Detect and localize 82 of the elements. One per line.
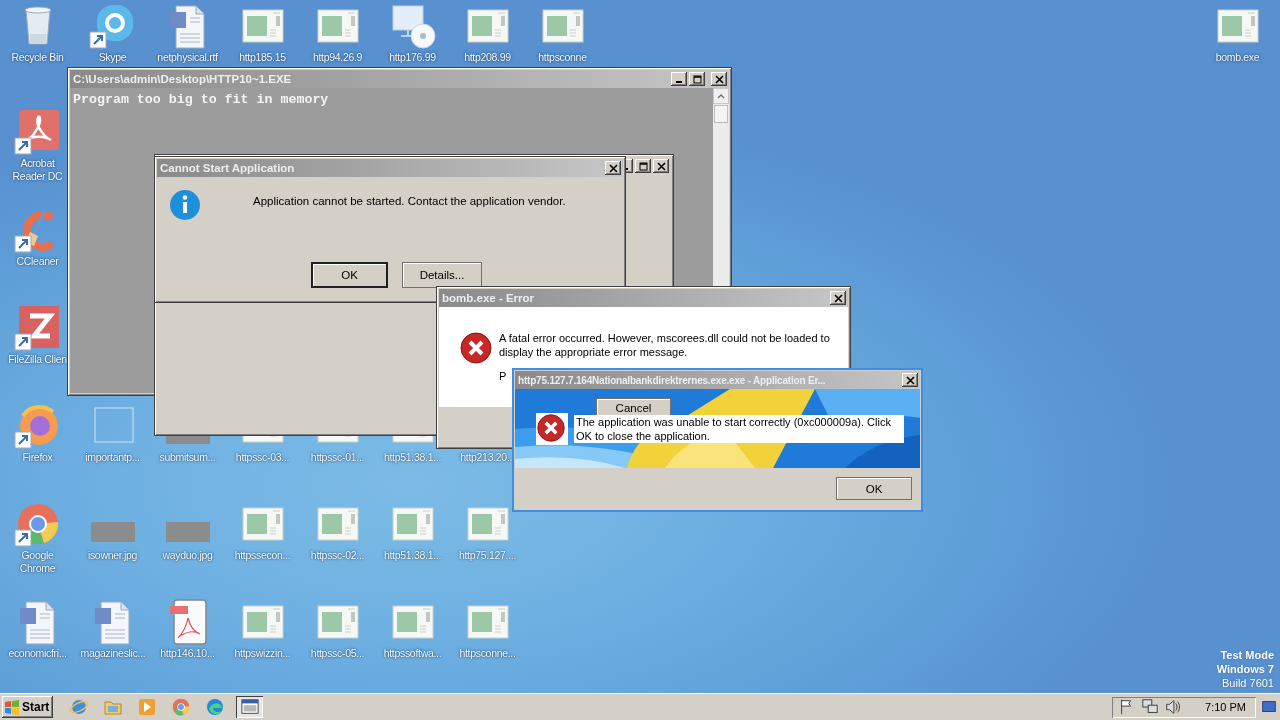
play-icon[interactable] (137, 697, 157, 717)
window-title: http75.127.7.164Nationalbankdirektrernes.exe.exe - Application Er... (518, 374, 827, 386)
start-logo-icon (4, 699, 20, 715)
icon-label: importantp... (84, 451, 141, 464)
globe-icon[interactable] (69, 697, 89, 717)
close-icon (714, 74, 724, 84)
error-icon (459, 331, 493, 365)
window-title: Cannot Start Application (160, 162, 296, 174)
console-output: Program too big to fit in memory (73, 92, 329, 107)
swirl-tile-icon[interactable] (13, 108, 62, 156)
dialog-button[interactable]: OK (836, 477, 912, 500)
icon-label: httpsconne... (458, 647, 517, 660)
close-button[interactable] (605, 161, 621, 175)
icon-label: http75.127.... (457, 549, 518, 562)
icon-label: httpssc-03... (234, 451, 291, 464)
icon-label: Skype (97, 51, 128, 64)
icon-label: economicfri... (7, 647, 68, 660)
taskbar-button[interactable] (236, 696, 263, 718)
icon-label: submitsum... (158, 451, 217, 464)
minimize-button[interactable] (671, 72, 687, 86)
icon-label: CCleaner (15, 255, 60, 268)
os-notice-text: Build 7601 (1222, 676, 1274, 690)
icon-label: httpssoftwa... (382, 647, 443, 660)
icon-label: http146.10... (159, 647, 216, 660)
minimize-icon (676, 81, 682, 83)
swirl-icon[interactable] (205, 697, 225, 717)
os-notice-text: Test Mode (1220, 648, 1274, 662)
close-icon (833, 293, 843, 303)
speaker-icon[interactable] (1164, 698, 1183, 716)
maximize-button[interactable] (635, 159, 651, 173)
maximize-icon (692, 74, 702, 84)
maximize-button[interactable] (689, 72, 705, 86)
icon-label: httpssc-05... (309, 647, 366, 660)
icon-label: httpsconne (537, 51, 588, 64)
icon-label: http185.15 (238, 51, 287, 64)
window-title: bomb.exe - Error (442, 292, 536, 304)
os-notice-text: Windows 7 (1216, 662, 1274, 676)
close-button[interactable] (653, 159, 669, 173)
close-button[interactable] (830, 291, 846, 305)
window-title: C:\Users\admin\Desktop\HTTP10~1.EXE (73, 73, 293, 85)
icon-label: httpssc-01... (309, 451, 366, 464)
browser-wheel-icon[interactable] (171, 697, 191, 717)
icon-label: wayduo.jpg (161, 549, 214, 562)
icon-label: bomb.exe (1214, 51, 1261, 64)
error-icon (536, 413, 566, 443)
network-icon[interactable] (1141, 698, 1160, 716)
icon-label: http94.26.9 (311, 51, 364, 64)
close-icon (608, 163, 618, 173)
icon-label: Recycle Bin (10, 51, 65, 64)
icon-label: http213.20... (459, 451, 516, 464)
icon-label: httpssecon... (233, 549, 292, 562)
scroll-thumb[interactable] (714, 105, 728, 123)
icon-label: isowner.jpg (86, 549, 139, 562)
console-window-icon (240, 698, 259, 716)
icon-label: http51.38.1... (382, 549, 443, 562)
clock[interactable]: 7:10 PM (1205, 701, 1246, 713)
icon-label: http176.99 (388, 51, 437, 64)
icon-label: http51.38.1... (382, 451, 443, 464)
dialog-button[interactable]: OK (311, 262, 388, 288)
close-button[interactable] (711, 72, 727, 86)
icon-label: httpssc-02... (309, 549, 366, 562)
icon-label: httpswizzin... (233, 647, 292, 660)
maximize-icon (638, 161, 648, 171)
dialog-message: P (499, 369, 507, 383)
icon-label: netphysical.rtf (156, 51, 219, 64)
dialog-message: The application was unable to start correctly (0xc000009a). Click OK to close the application. (574, 415, 904, 443)
close-icon (656, 161, 666, 171)
icon-label: Firefox (21, 451, 54, 464)
zigzag-tile-icon[interactable] (13, 304, 62, 352)
icon-label: FileZilla Clien (7, 353, 68, 366)
icon-label: Google Chrome (18, 549, 57, 575)
dialog-button[interactable]: Details... (402, 262, 482, 288)
dialog-message: Application cannot be started. Contact the application vendor. (253, 194, 566, 208)
start-button[interactable]: Start (2, 696, 53, 718)
scroll-up-button[interactable] (713, 88, 729, 104)
close-icon (905, 375, 915, 385)
icon-label: magazineslic... (80, 647, 145, 660)
close-button[interactable] (902, 373, 918, 387)
info-icon (169, 189, 201, 221)
icon-label: Acrobat Reader DC (11, 157, 64, 183)
dialog-message: A fatal error occurred. However, mscorees.dll could not be loaded to display the appropriate error message. (499, 331, 831, 359)
icon-label: http208.99 (463, 51, 512, 64)
